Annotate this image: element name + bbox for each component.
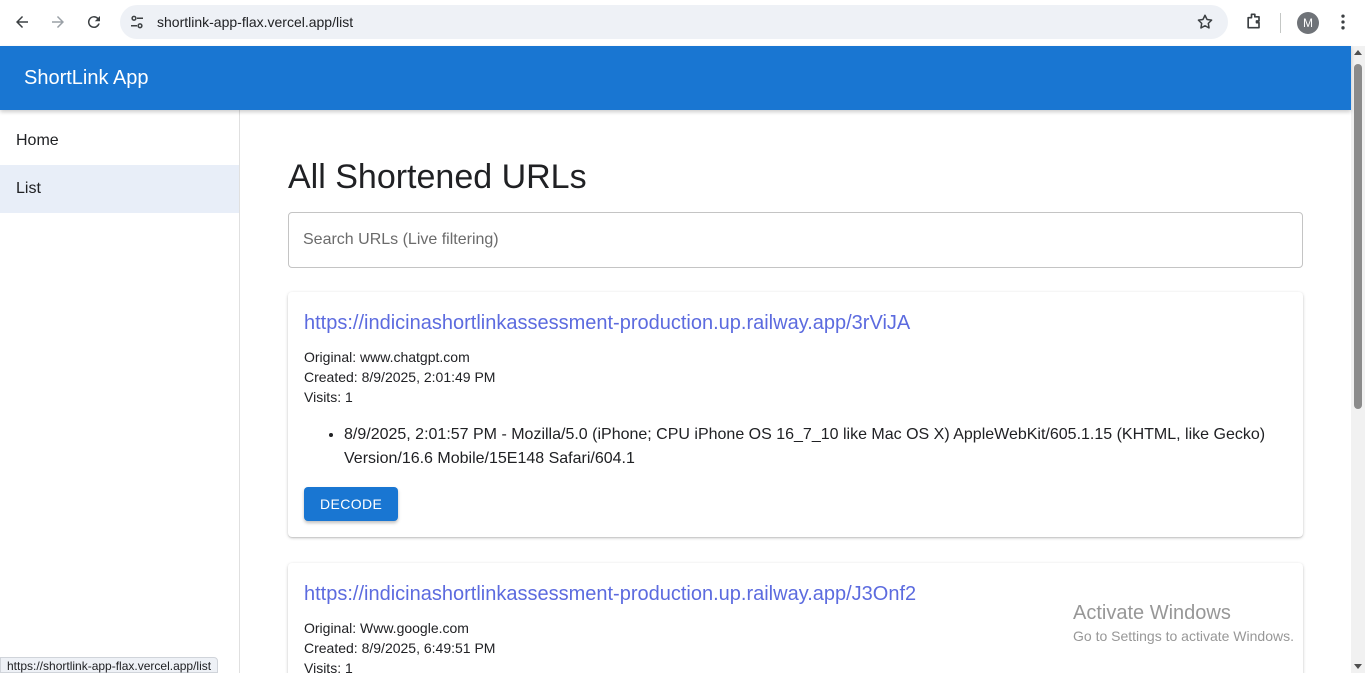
browser-toolbar: shortlink-app-flax.vercel.app/list M — [0, 0, 1365, 46]
watermark-subtitle: Go to Settings to activate Windows. — [1073, 628, 1294, 644]
visit-log-item: 8/9/2025, 2:01:57 PM - Mozilla/5.0 (iPho… — [344, 423, 1287, 471]
extensions-icon[interactable] — [1244, 11, 1264, 31]
url-card: https://indicinashortlinkassessment-prod… — [288, 292, 1303, 537]
activate-windows-watermark: Activate Windows Go to Settings to activ… — [1073, 602, 1294, 644]
address-bar[interactable]: shortlink-app-flax.vercel.app/list — [120, 5, 1228, 39]
app-header: ShortLink App — [0, 46, 1351, 110]
visit-count: Visits: 1 — [304, 660, 353, 673]
page-title: All Shortened URLs — [288, 158, 587, 196]
sidebar-item-home[interactable]: Home — [0, 117, 239, 165]
arrow-right-icon — [52, 16, 64, 28]
address-url: shortlink-app-flax.vercel.app/list — [157, 14, 354, 30]
app-title: ShortLink App — [24, 67, 149, 89]
created-date: Created: 8/9/2025, 2:01:49 PM — [304, 369, 496, 385]
visit-count: Visits: 1 — [304, 389, 353, 405]
original-url: Original: www.chatgpt.com — [304, 349, 470, 365]
decode-button[interactable]: DECODE — [304, 487, 399, 521]
toolbar-divider — [1280, 13, 1281, 33]
bookmark-star-icon[interactable] — [1196, 13, 1214, 31]
visit-log: 8/9/2025, 2:01:57 PM - Mozilla/5.0 (iPho… — [344, 423, 1287, 471]
sidebar-item-list[interactable]: List — [0, 165, 239, 213]
reload-icon — [87, 16, 100, 29]
sidebar: Home List — [0, 110, 240, 673]
page-scrollbar[interactable] — [1351, 46, 1365, 673]
main-content: All Shortened URLs https://indicinashort… — [240, 110, 1351, 673]
watermark-title: Activate Windows — [1073, 602, 1231, 624]
arrow-left-icon — [16, 16, 28, 28]
sidebar-item-label: List — [16, 180, 41, 197]
search-input[interactable] — [288, 212, 1303, 268]
scroll-up-arrow-icon[interactable] — [1354, 50, 1362, 55]
sidebar-item-label: Home — [16, 132, 59, 149]
link-status-bar: https://shortlink-app-flax.vercel.app/li… — [0, 657, 219, 673]
scroll-down-arrow-icon[interactable] — [1354, 664, 1362, 669]
scroll-thumb[interactable] — [1354, 64, 1362, 409]
forward-button[interactable] — [45, 9, 71, 35]
profile-avatar[interactable]: M — [1297, 12, 1319, 34]
more-menu-icon[interactable] — [1333, 12, 1353, 32]
reload-button[interactable] — [81, 9, 107, 35]
back-button[interactable] — [9, 9, 35, 35]
site-settings-icon[interactable] — [128, 13, 146, 31]
short-url-link[interactable]: https://indicinashortlinkassessment-prod… — [304, 312, 1287, 335]
